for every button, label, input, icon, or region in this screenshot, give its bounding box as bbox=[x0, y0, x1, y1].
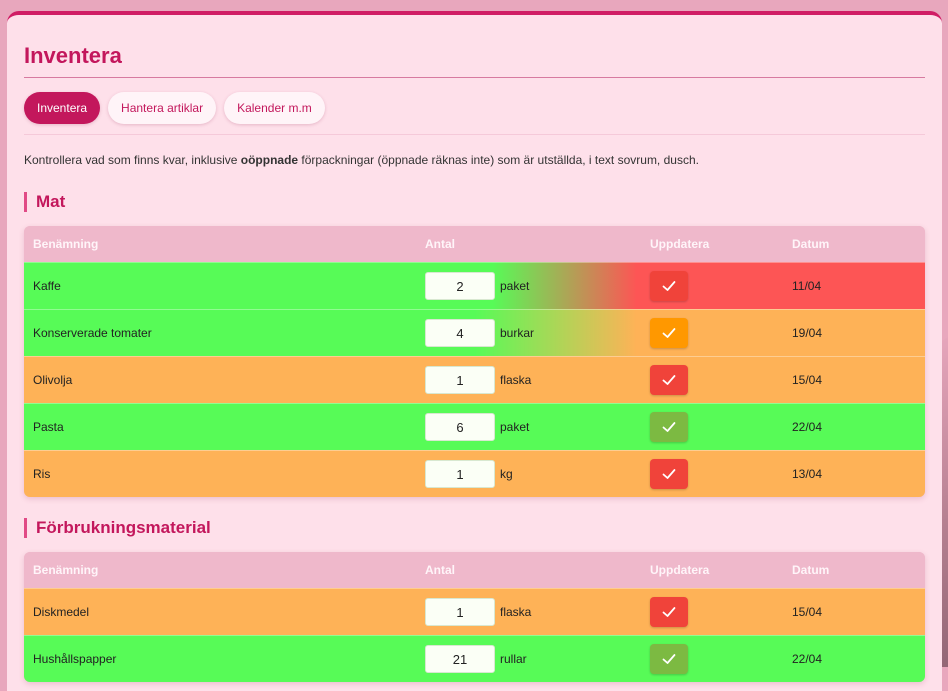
intro-text-bold: oöppnade bbox=[240, 153, 299, 167]
table-row: Ris kg 13/04 bbox=[24, 450, 925, 497]
update-cell bbox=[641, 263, 783, 309]
intro-text-end: förpackningar (öppnade räknas inte) som … bbox=[298, 153, 699, 167]
quantity-cell: burkar bbox=[416, 310, 641, 356]
quantity-input[interactable] bbox=[425, 598, 495, 626]
date-value: 13/04 bbox=[792, 467, 823, 481]
table-header: Benämning Antal Uppdatera Datum bbox=[24, 552, 925, 588]
unit-label: kg bbox=[500, 467, 513, 481]
update-button[interactable] bbox=[650, 318, 688, 348]
date-value: 15/04 bbox=[792, 605, 823, 619]
main-card: Inventera Inventera Hantera artiklar Kal… bbox=[7, 11, 942, 691]
tab-inventera[interactable]: Inventera bbox=[24, 92, 101, 124]
update-button[interactable] bbox=[650, 459, 688, 489]
quantity-cell: flaska bbox=[416, 357, 641, 403]
item-name: Hushållspapper bbox=[33, 652, 117, 666]
update-cell bbox=[641, 357, 783, 403]
unit-label: burkar bbox=[500, 326, 535, 340]
date-value: 22/04 bbox=[792, 420, 823, 434]
update-cell bbox=[641, 310, 783, 356]
column-header-date: Datum bbox=[792, 563, 830, 577]
table-row: Hushållspapper rullar 22/04 bbox=[24, 635, 925, 682]
table-row: Konserverade tomater burkar 19/04 bbox=[24, 309, 925, 356]
page-title: Inventera bbox=[24, 15, 925, 78]
quantity-input[interactable] bbox=[425, 272, 495, 300]
date-value: 15/04 bbox=[792, 373, 823, 387]
column-header-qty: Antal bbox=[425, 563, 455, 577]
checkmark-icon bbox=[662, 326, 676, 340]
table-header: Benämning Antal Uppdatera Datum bbox=[24, 226, 925, 262]
date-value: 19/04 bbox=[792, 326, 823, 340]
update-button[interactable] bbox=[650, 271, 688, 301]
item-name: Diskmedel bbox=[33, 605, 90, 619]
table-row: Olivolja flaska 15/04 bbox=[24, 356, 925, 403]
tab-bar: Inventera Hantera artiklar Kalender m.m bbox=[24, 92, 925, 135]
column-header-name: Benämning bbox=[33, 237, 99, 251]
unit-label: flaska bbox=[500, 373, 532, 387]
section-title: Förbrukningsmaterial bbox=[24, 518, 925, 538]
quantity-cell: paket bbox=[416, 404, 641, 450]
update-button[interactable] bbox=[650, 412, 688, 442]
date-value: 22/04 bbox=[792, 652, 823, 666]
item-name: Pasta bbox=[33, 420, 64, 434]
item-name: Konserverade tomater bbox=[33, 326, 152, 340]
intro-text-start: Kontrollera vad som finns kvar, inklusiv… bbox=[24, 153, 241, 167]
checkmark-icon bbox=[662, 420, 676, 434]
tab-kalender[interactable]: Kalender m.m bbox=[224, 92, 325, 124]
quantity-input[interactable] bbox=[425, 366, 495, 394]
quantity-input[interactable] bbox=[425, 645, 495, 673]
item-name: Kaffe bbox=[33, 279, 61, 293]
table-row: Kaffe paket 11/04 bbox=[24, 262, 925, 309]
update-cell bbox=[641, 404, 783, 450]
update-cell bbox=[641, 451, 783, 497]
date-value: 11/04 bbox=[792, 279, 822, 293]
table-row: Diskmedel flaska 15/04 bbox=[24, 588, 925, 635]
item-name: Ris bbox=[33, 467, 51, 481]
update-button[interactable] bbox=[650, 365, 688, 395]
quantity-cell: paket bbox=[416, 263, 641, 309]
checkmark-icon bbox=[662, 373, 676, 387]
quantity-input[interactable] bbox=[425, 319, 495, 347]
column-header-qty: Antal bbox=[425, 237, 455, 251]
quantity-cell: kg bbox=[416, 451, 641, 497]
checkmark-icon bbox=[662, 279, 676, 293]
update-cell bbox=[641, 589, 783, 635]
sections-container: Mat Benämning Antal Uppdatera Datum Kaffe pake… bbox=[24, 192, 925, 682]
column-header-update: Uppdatera bbox=[650, 237, 710, 251]
unit-label: rullar bbox=[500, 652, 527, 666]
inventory-table: Benämning Antal Uppdatera Datum Diskmedel fla… bbox=[24, 552, 925, 682]
column-header-update: Uppdatera bbox=[650, 563, 710, 577]
update-button[interactable] bbox=[650, 597, 688, 627]
tab-hantera-artiklar[interactable]: Hantera artiklar bbox=[108, 92, 217, 124]
column-header-date: Datum bbox=[792, 237, 830, 251]
intro-text: Kontrollera vad som finns kvar, inklusiv… bbox=[24, 153, 925, 168]
unit-label: flaska bbox=[500, 605, 532, 619]
checkmark-icon bbox=[662, 605, 676, 619]
update-button[interactable] bbox=[650, 644, 688, 674]
table-row: Pasta paket 22/04 bbox=[24, 403, 925, 450]
checkmark-icon bbox=[662, 467, 676, 481]
update-cell bbox=[641, 636, 783, 682]
column-header-name: Benämning bbox=[33, 563, 99, 577]
checkmark-icon bbox=[662, 652, 676, 666]
quantity-input[interactable] bbox=[425, 460, 495, 488]
quantity-cell: rullar bbox=[416, 636, 641, 682]
inventory-table: Benämning Antal Uppdatera Datum Kaffe paket 11… bbox=[24, 226, 925, 497]
section-title: Mat bbox=[24, 192, 925, 212]
quantity-cell: flaska bbox=[416, 589, 641, 635]
quantity-input[interactable] bbox=[425, 413, 495, 441]
unit-label: paket bbox=[500, 420, 530, 434]
item-name: Olivolja bbox=[33, 373, 73, 387]
unit-label: paket bbox=[500, 279, 530, 293]
